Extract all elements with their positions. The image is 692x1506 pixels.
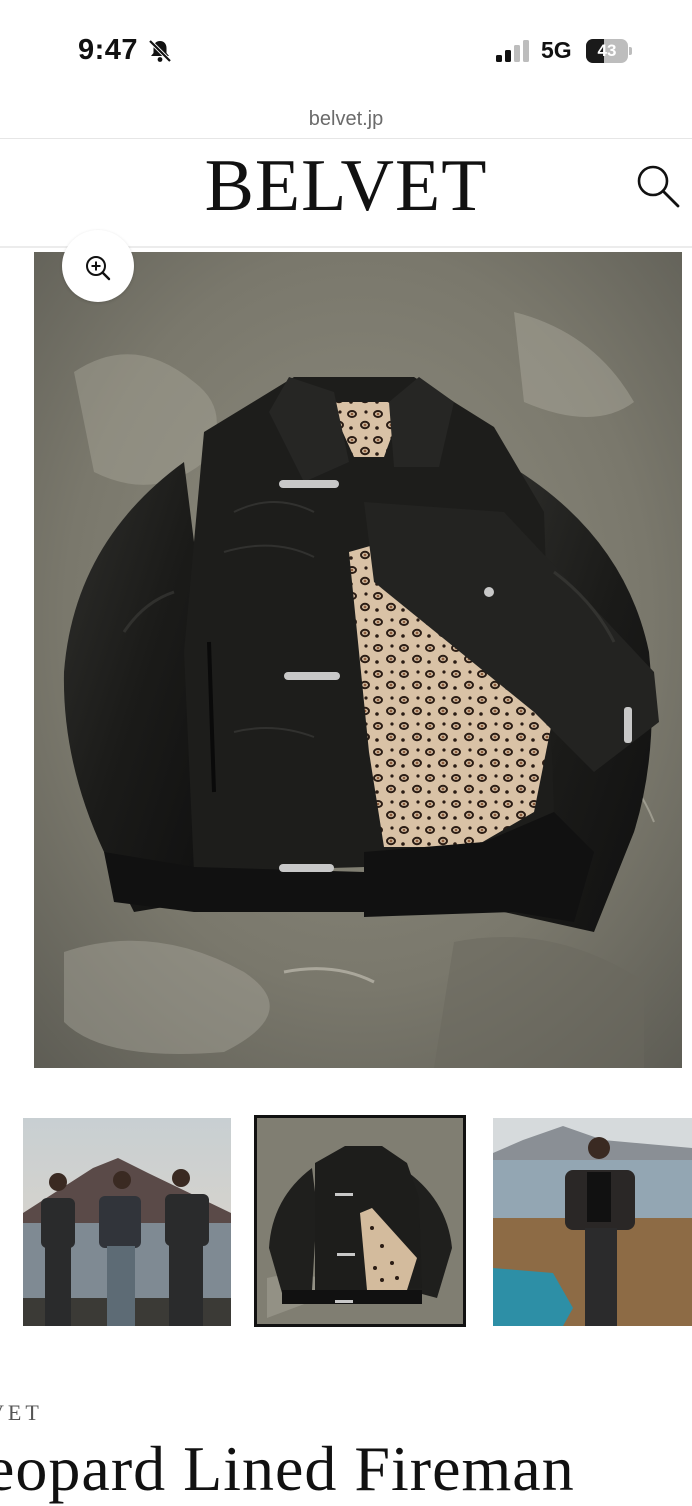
status-time: 9:47 <box>78 34 139 66</box>
site-logo[interactable]: BELVET <box>0 140 692 232</box>
address-bar-url[interactable]: belvet.jp <box>0 108 692 131</box>
battery-icon: 43 <box>586 39 632 63</box>
thumbnail-group-lakeside[interactable] <box>23 1118 231 1326</box>
status-bar: 9:47 5G 43 <box>0 0 692 100</box>
product-main-image[interactable] <box>34 252 682 1068</box>
network-label: 5G <box>541 37 572 63</box>
product-brand[interactable]: VET <box>0 1400 43 1426</box>
bell-slash-icon <box>148 39 172 63</box>
product-title: eopard Lined Fireman <box>0 1433 575 1504</box>
zoom-button[interactable] <box>62 230 134 302</box>
thumbnail-jacket-flatlay-selected[interactable] <box>254 1115 466 1327</box>
divider <box>0 138 692 139</box>
battery-level: 43 <box>597 41 617 60</box>
zoom-in-icon <box>86 256 111 281</box>
signal-icon <box>496 40 529 62</box>
thumbnail-man-lakeside[interactable] <box>493 1118 692 1326</box>
search-icon[interactable] <box>634 162 682 210</box>
